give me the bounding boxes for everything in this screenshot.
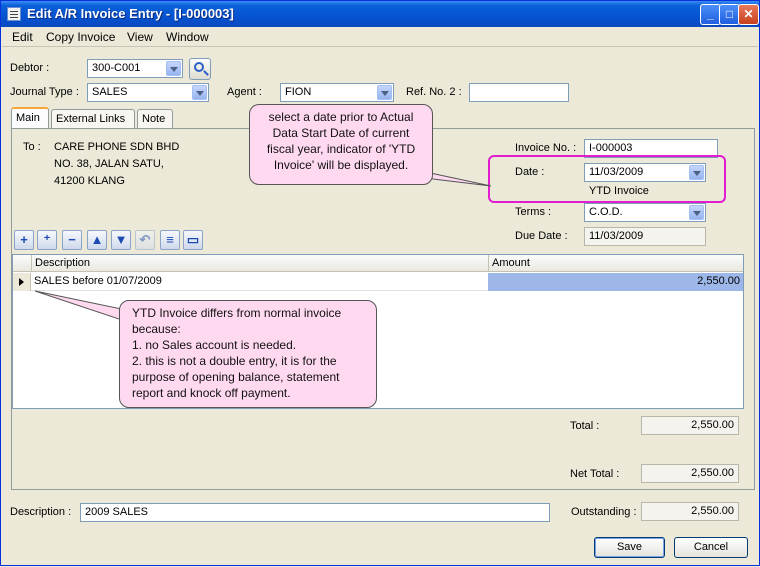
move-down-button[interactable]: ▼ [111,230,131,250]
agent-label: Agent : [227,86,262,98]
title-bar[interactable]: Edit A/R Invoice Entry - [I-000003] _ □ … [1,1,759,27]
due-date-field: 11/03/2009 [584,227,706,246]
ref-no2-input[interactable] [469,83,569,102]
chevron-down-icon[interactable] [192,85,207,100]
chevron-down-icon[interactable] [689,205,704,220]
insert-row-icon: ⁺ [43,232,51,247]
address-line-3: 41200 KLANG [54,175,125,187]
save-button[interactable]: Save [594,537,665,558]
total-label: Total : [570,420,600,432]
menu-view[interactable]: View [127,30,153,44]
row-amount[interactable]: 2,550.00 [488,273,743,291]
chevron-down-icon[interactable] [166,61,181,76]
row-pointer-icon [13,273,31,291]
debtor-value: 300-C001 [92,62,141,74]
date-picker[interactable]: 11/03/2009 [584,163,706,182]
move-down-icon: ▼ [114,232,128,247]
minimize-button[interactable]: _ [700,4,721,25]
total-value: 2,550.00 [641,416,739,435]
cancel-button[interactable]: Cancel [674,537,748,558]
outstanding-value: 2,550.00 [641,502,739,521]
agent-select[interactable]: FION [280,83,394,102]
tab-external-links[interactable]: External Links [51,109,135,128]
maximize-icon: □ [725,7,734,21]
add-row-icon: + [20,232,28,247]
delete-row-icon: − [68,232,76,247]
table-row[interactable]: SALES before 01/07/2009 2,550.00 [13,273,743,291]
debtor-search-button[interactable] [189,58,211,80]
column-separator [488,255,489,272]
menu-bar: Edit Copy Invoice View Window [2,27,758,47]
undo-icon: ↶ [139,232,151,247]
chevron-down-icon[interactable] [377,85,392,100]
terms-value: C.O.D. [589,206,623,218]
date-callout: select a date prior to Actual Data Start… [249,104,433,185]
column-amount[interactable]: Amount [492,257,530,269]
ytd-invoice-indicator: YTD Invoice [589,185,649,197]
add-row-button[interactable]: + [14,230,34,250]
terms-label: Terms : [515,206,552,218]
chevron-down-icon[interactable] [689,165,704,180]
debtor-select[interactable]: 300-C001 [87,59,183,78]
ytd-callout: YTD Invoice differs from normal invoice … [119,300,377,408]
date-label: Date : [515,166,545,178]
outstanding-label: Outstanding : [571,506,637,518]
menu-window[interactable]: Window [166,30,209,44]
column-separator [31,255,32,272]
search-icon [194,62,204,72]
tab-note[interactable]: Note [137,109,173,128]
journal-type-select[interactable]: SALES [87,83,209,102]
insert-row-button[interactable]: ⁺ [37,230,57,250]
window-title: Edit A/R Invoice Entry - [I-000003] [27,6,234,21]
close-icon: ✕ [743,7,754,21]
move-up-button[interactable]: ▲ [87,230,107,250]
minimize-icon: _ [707,7,714,21]
address-line-1: CARE PHONE SDN BHD [54,141,180,153]
ref-no2-label: Ref. No. 2 : [406,86,462,98]
to-label: To : [23,141,41,153]
due-date-label: Due Date : [515,230,568,242]
maximize-button[interactable]: □ [719,4,740,25]
debtor-label: Debtor : [10,62,50,74]
invoice-entry-window: Edit A/R Invoice Entry - [I-000003] _ □ … [0,0,760,566]
ytd-callout-point-1: 1. no Sales account is needed. [132,338,297,352]
list-button[interactable]: ≡ [160,230,180,250]
description-input[interactable]: 2009 SALES [80,503,550,522]
row-description[interactable]: SALES before 01/07/2009 [31,273,488,291]
invoice-no-label: Invoice No. : [515,142,577,154]
move-up-icon: ▲ [90,232,104,247]
net-total-label: Net Total : [570,468,620,480]
ytd-callout-point-2: 2. this is not a double entry, it is for… [132,354,340,400]
date-callout-text: select a date prior to Actual Data Start… [266,110,416,172]
detail-button[interactable]: ▭ [183,230,203,250]
column-description[interactable]: Description [35,257,90,269]
detail-icon: ▭ [186,232,200,247]
app-icon [7,7,21,21]
grid-header: Description Amount [13,255,743,272]
journal-type-label: Journal Type : [10,86,79,98]
delete-row-button[interactable]: − [62,230,82,250]
net-total-value: 2,550.00 [641,464,739,483]
journal-type-value: SALES [92,86,128,98]
undo-button[interactable]: ↶ [135,230,155,250]
tab-main[interactable]: Main [11,107,49,129]
menu-edit[interactable]: Edit [12,30,33,44]
ytd-callout-intro: YTD Invoice differs from normal invoice … [132,306,342,336]
description-label: Description : [10,506,72,518]
terms-select[interactable]: C.O.D. [584,203,706,222]
menu-copy-invoice[interactable]: Copy Invoice [46,30,115,44]
list-icon: ≡ [166,232,174,247]
close-button[interactable]: ✕ [738,4,759,25]
date-value: 11/03/2009 [589,166,644,178]
address-line-2: NO. 38, JALAN SATU, [54,158,164,170]
agent-value: FION [285,86,312,98]
